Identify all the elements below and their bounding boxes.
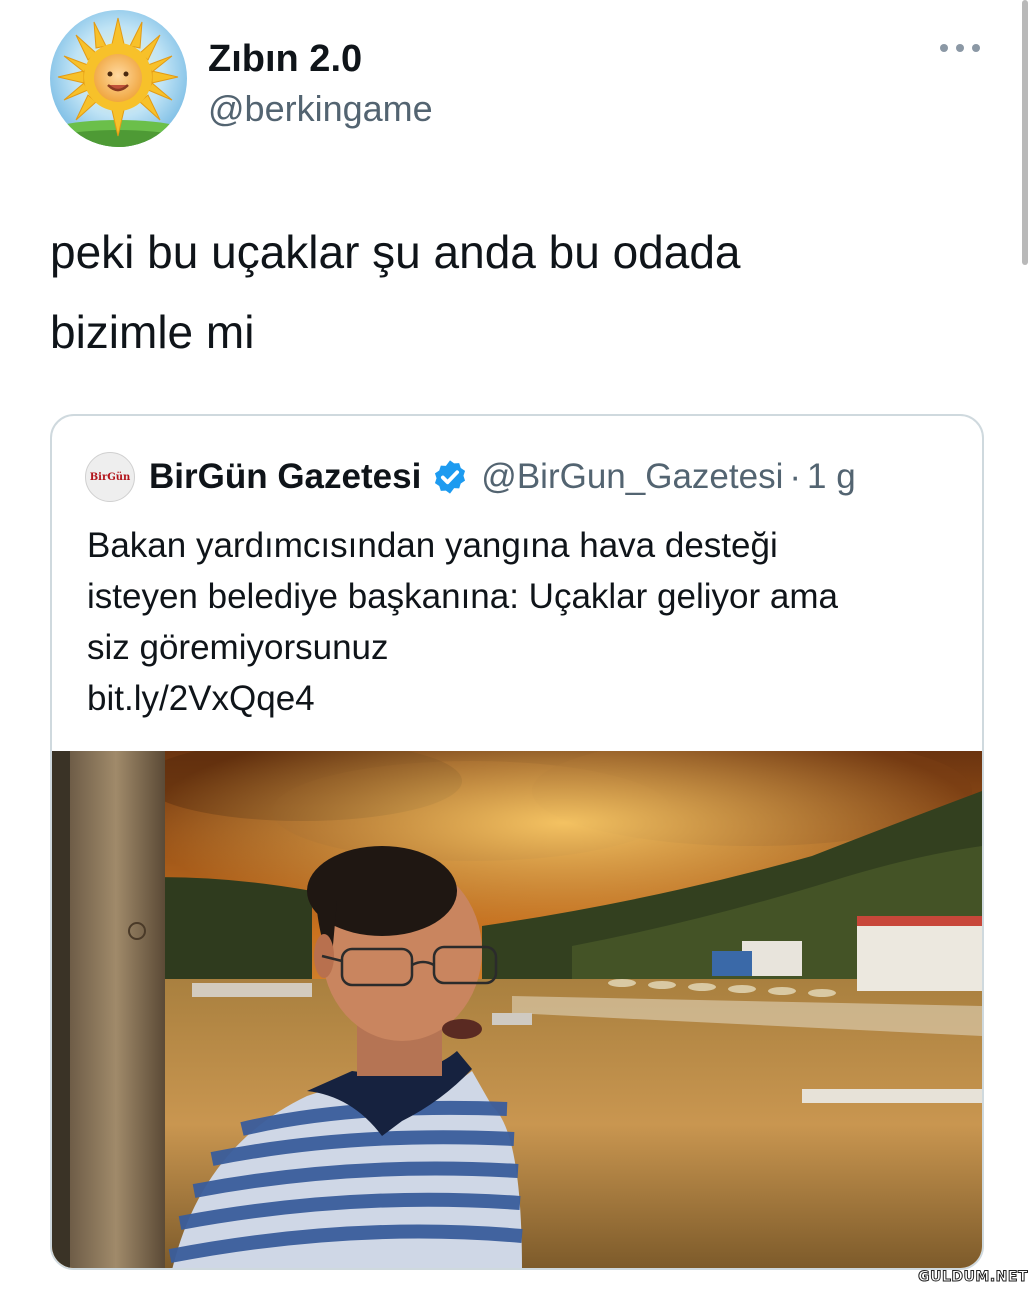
quoted-tweet-header: BirGün BirGün Gazetesi @BirGun_Gazetesi … bbox=[85, 452, 856, 502]
tweet-text-line: peki bu uçaklar şu anda bu odada bbox=[50, 226, 741, 278]
tweet-text-line: bizimle mi bbox=[50, 306, 255, 358]
user-handle[interactable]: @berkingame bbox=[208, 88, 433, 130]
tweet-header: Zıbın 2.0 @berkingame bbox=[50, 10, 990, 150]
birgun-logo: BirGün bbox=[85, 452, 135, 502]
quoted-text-line: Bakan yardımcısından yangına hava desteğ… bbox=[87, 526, 778, 565]
quoted-timestamp: 1 g bbox=[807, 457, 856, 496]
verified-badge-icon bbox=[435, 460, 466, 494]
quoted-text-line: isteyen belediye başkanına: Uçaklar geli… bbox=[87, 577, 838, 616]
quoted-text-line: siz göremiyorsunuz bbox=[87, 628, 389, 667]
display-name[interactable]: Zıbın 2.0 bbox=[208, 38, 362, 81]
quoted-display-name: BirGün Gazetesi bbox=[149, 457, 422, 496]
more-dots-icon[interactable] bbox=[940, 38, 980, 58]
quoted-tweet-card[interactable]: BirGün BirGün Gazetesi @BirGun_Gazetesi … bbox=[50, 414, 984, 1270]
dot-separator: · bbox=[789, 457, 801, 496]
sun-baby-avatar[interactable] bbox=[50, 10, 187, 147]
watermark: GULDUM.NET bbox=[918, 1269, 1028, 1286]
quoted-tweet-text: Bakan yardımcısından yangına hava desteğ… bbox=[87, 520, 967, 724]
quoted-link[interactable]: bit.ly/2VxQqe4 bbox=[87, 673, 967, 724]
scrollbar[interactable] bbox=[1022, 0, 1028, 265]
tweet-text: peki bu uçaklar şu anda bu odada bizimle… bbox=[50, 212, 950, 372]
wildfire-photo[interactable] bbox=[52, 751, 982, 1268]
quoted-handle: @BirGun_Gazetesi bbox=[481, 457, 784, 496]
